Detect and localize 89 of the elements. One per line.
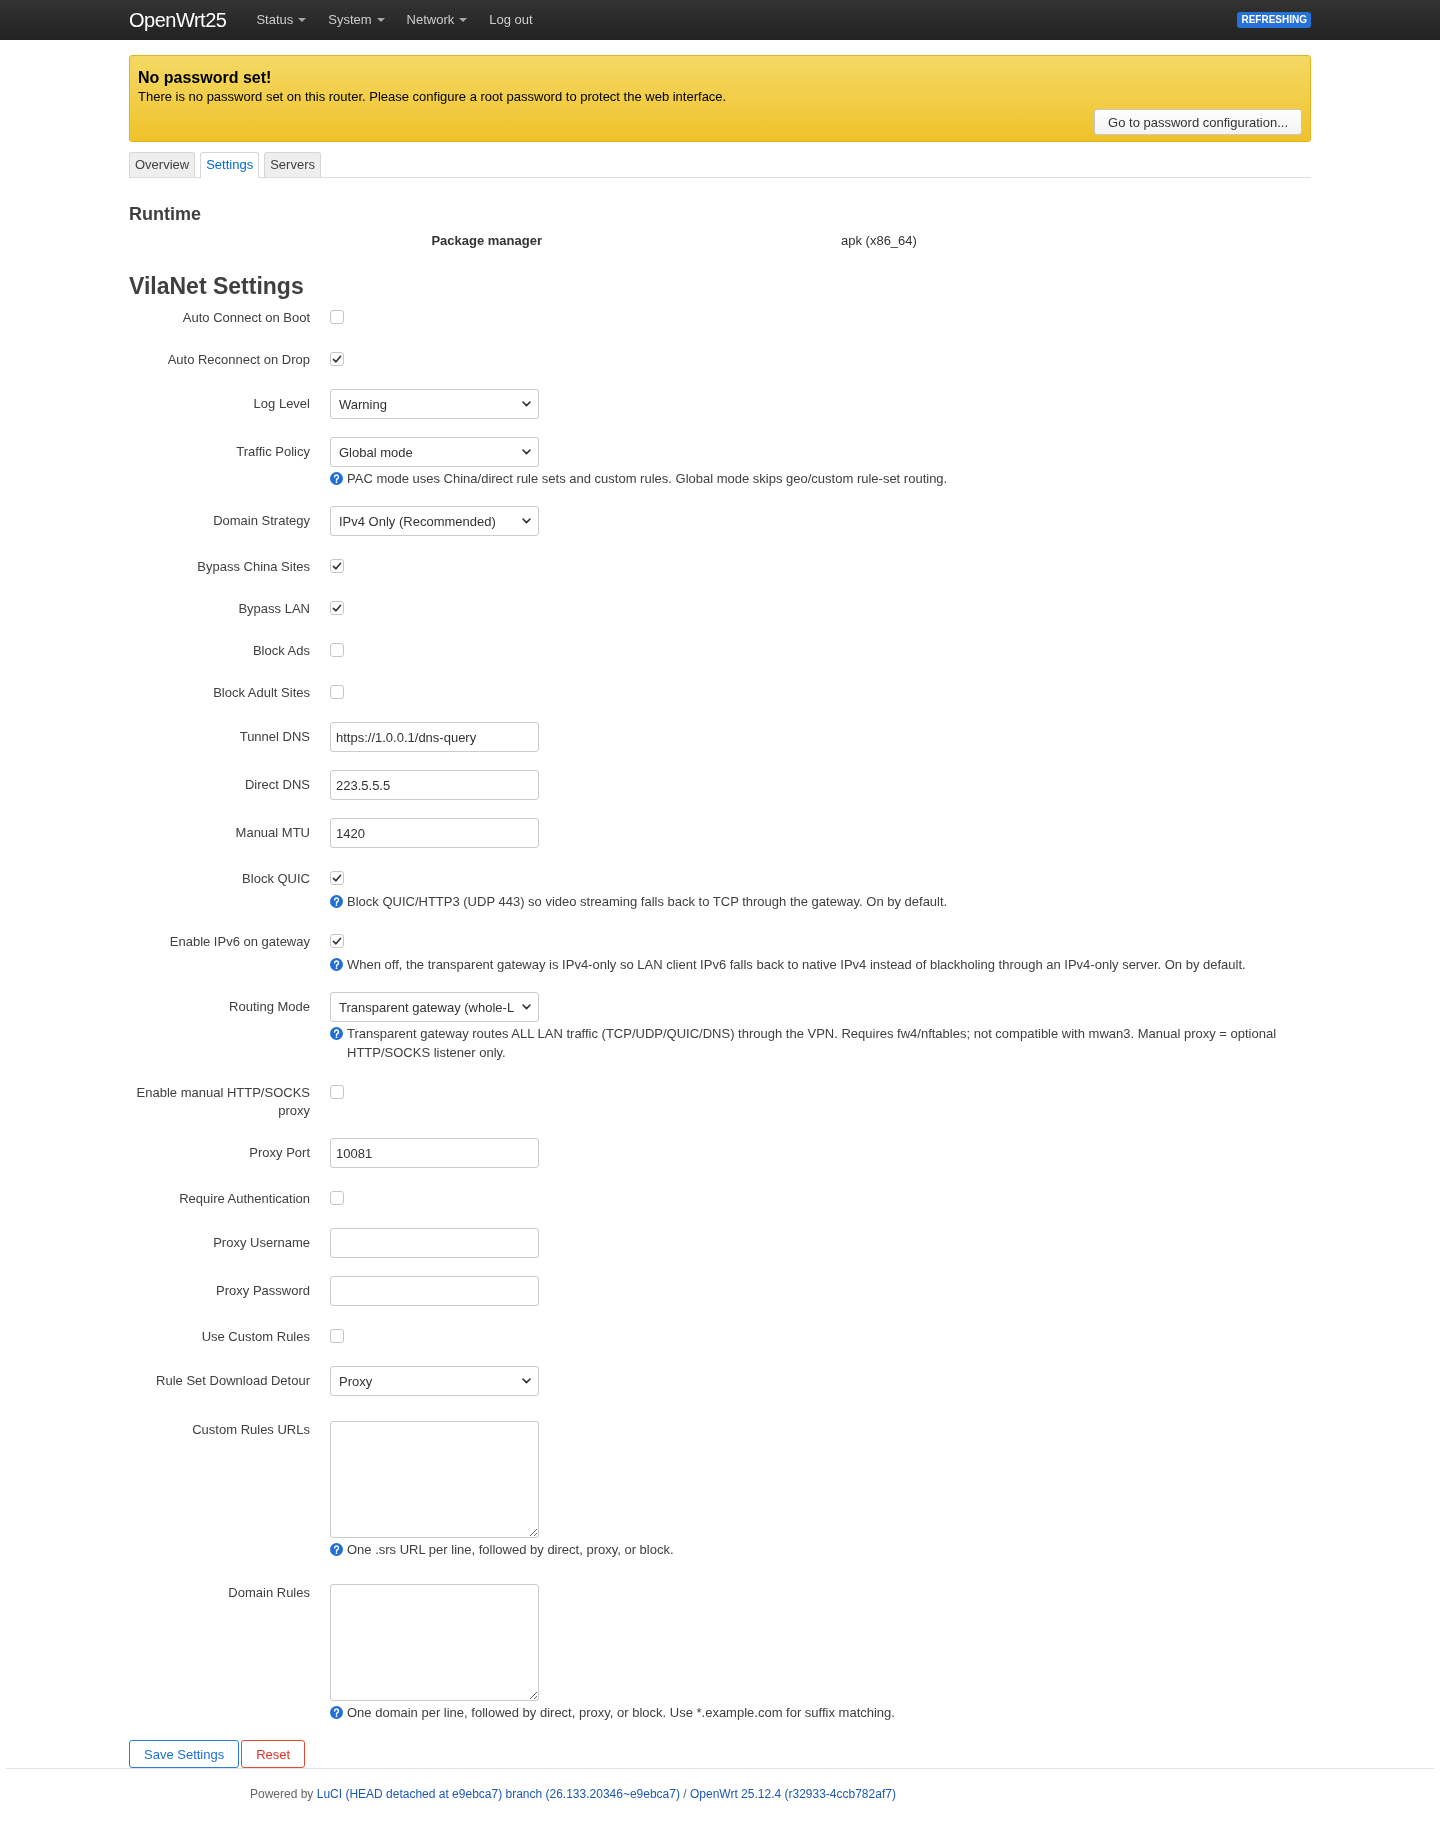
- info-value: apk (x86_64): [841, 232, 917, 250]
- status-badge: REFRESHING: [1237, 12, 1311, 28]
- dropdown[interactable]: IPv4 Only (Recommended): [330, 506, 539, 536]
- brand-link[interactable]: OpenWrt25: [129, 8, 227, 32]
- dropdown[interactable]: Transparent gateway (whole-L: [330, 992, 539, 1022]
- footer-link[interactable]: LuCI (HEAD detached at e9ebca7) branch (26.133.20346~e9ebca7): [316, 1787, 680, 1801]
- field-label: Block Adult Sites: [213, 684, 310, 702]
- field-label: Traffic Policy: [236, 443, 310, 461]
- help-icon: [330, 1543, 343, 1556]
- checkbox[interactable]: [330, 601, 344, 615]
- checkbox[interactable]: [330, 643, 344, 657]
- field-label: Proxy Port: [249, 1144, 310, 1162]
- banner-title: No password set!: [138, 68, 273, 88]
- field-label: Bypass LAN: [238, 600, 310, 618]
- field-label: Tunnel DNS: [239, 728, 310, 746]
- text-area[interactable]: [330, 1584, 539, 1701]
- tab[interactable]: Servers: [264, 152, 321, 177]
- info-label: Package manager: [431, 232, 542, 250]
- chevron-down-icon: [522, 449, 531, 455]
- field-label: Log Level: [253, 395, 310, 413]
- field-label: Routing Mode: [229, 998, 310, 1016]
- checkbox[interactable]: [330, 685, 344, 699]
- field-label: Custom Rules URLs: [192, 1421, 310, 1439]
- checkbox[interactable]: [330, 1191, 344, 1205]
- field-label: Block Ads: [252, 642, 310, 660]
- help-text: Transparent gateway routes ALL LAN traffic (TCP/UDP/QUIC/DNS) through the VPN. Requires fw4/nftables; not compatible with mwan3. Manual proxy = optional HTTP/SOCKS listener only.: [347, 1025, 1278, 1062]
- checkbox[interactable]: [330, 310, 344, 324]
- help-text: When off, the transparent gateway is IPv4-only so LAN client IPv6 falls back to native IPv4 instead of blackholing through an IPv4-only server. On by default.: [347, 956, 1246, 974]
- dropdown[interactable]: Warning: [330, 389, 539, 419]
- section-heading: VilaNet Settings: [129, 272, 305, 301]
- caret-icon: [298, 18, 307, 22]
- tab[interactable]: Overview: [129, 152, 196, 177]
- nav-menu-item[interactable]: System: [328, 11, 385, 29]
- input-field[interactable]: [330, 1228, 539, 1258]
- input-field[interactable]: 1420: [330, 818, 539, 848]
- help-text: Block QUIC/HTTP3 (UDP 443) so video streaming falls back to TCP through the gateway. On by default.: [347, 893, 948, 911]
- field-label: Enable IPv6 on gateway: [169, 933, 310, 951]
- chevron-down-icon: [522, 1004, 531, 1010]
- help-icon: [330, 1706, 343, 1719]
- field-label: Domain Strategy: [213, 512, 310, 530]
- field-label: Manual MTU: [235, 824, 310, 842]
- help-icon: [330, 472, 343, 485]
- help-text: PAC mode uses China/direct rule sets and custom rules. Global mode skips geo/custom rule-set routing.: [347, 470, 948, 488]
- checkbox[interactable]: [330, 352, 344, 366]
- dropdown[interactable]: Proxy: [330, 1366, 539, 1396]
- field-label: Auto Connect on Boot: [182, 309, 310, 327]
- help-text: One .srs URL per line, followed by direct, proxy, or block.: [347, 1541, 674, 1559]
- input-field[interactable]: https://1.0.0.1/dns-query: [330, 722, 539, 752]
- checkbox[interactable]: [330, 1085, 344, 1099]
- help-icon: [330, 958, 343, 971]
- field-label: Domain Rules: [228, 1584, 310, 1602]
- footer-text: Powered by LuCI (HEAD detached at e9ebca7) branch (26.133.20346~e9ebca7) / OpenWrt 25.12.4 (r32933-4ccb782af7): [250, 1786, 897, 1802]
- tab[interactable]: Settings: [200, 152, 260, 178]
- nav-menu-item[interactable]: Network: [406, 11, 468, 29]
- help-icon: [330, 895, 343, 908]
- checkbox[interactable]: [330, 1329, 344, 1343]
- field-label: Proxy Username: [213, 1234, 310, 1252]
- caret-icon: [459, 18, 468, 22]
- field-label: Rule Set Download Detour: [156, 1372, 310, 1390]
- field-label: Auto Reconnect on Drop: [167, 351, 310, 369]
- field-label: Block QUIC: [242, 870, 310, 888]
- input-field[interactable]: 10081: [330, 1138, 539, 1168]
- input-field[interactable]: 223.5.5.5: [330, 770, 539, 800]
- input-field[interactable]: [330, 1276, 539, 1306]
- checkbox[interactable]: [330, 934, 344, 948]
- text-area[interactable]: [330, 1421, 539, 1538]
- nav-menu-item[interactable]: Log out: [489, 11, 533, 29]
- dropdown[interactable]: Global mode: [330, 437, 539, 467]
- help-icon: [330, 1027, 343, 1040]
- banner-message: There is no password set on this router. Please configure a root password to protect the web interface.: [138, 88, 728, 106]
- chevron-down-icon: [522, 401, 531, 407]
- checkbox[interactable]: [330, 871, 344, 885]
- section-heading: Runtime: [129, 203, 202, 225]
- field-label: Bypass China Sites: [197, 558, 310, 576]
- chevron-down-icon: [522, 518, 531, 524]
- footer-link[interactable]: OpenWrt 25.12.4 (r32933-4ccb782af7): [690, 1787, 896, 1801]
- field-label: Proxy Password: [216, 1282, 310, 1300]
- help-text: One domain per line, followed by direct, proxy, or block. Use *.example.com for suffix matching.: [347, 1704, 895, 1722]
- password-config-button[interactable]: Go to password configuration...: [1094, 109, 1302, 135]
- field-label: Direct DNS: [245, 776, 310, 794]
- checkbox[interactable]: [330, 559, 344, 573]
- reset-button[interactable]: Reset: [241, 1740, 306, 1768]
- field-label: Require Authentication: [179, 1190, 310, 1208]
- nav-menu-item[interactable]: Status: [256, 11, 307, 29]
- field-label: Enable manual HTTP/SOCKS proxy: [135, 1084, 310, 1120]
- caret-icon: [376, 18, 385, 22]
- field-label: Use Custom Rules: [201, 1328, 310, 1346]
- chevron-down-icon: [522, 1378, 531, 1384]
- save-button[interactable]: Save Settings: [129, 1740, 240, 1768]
